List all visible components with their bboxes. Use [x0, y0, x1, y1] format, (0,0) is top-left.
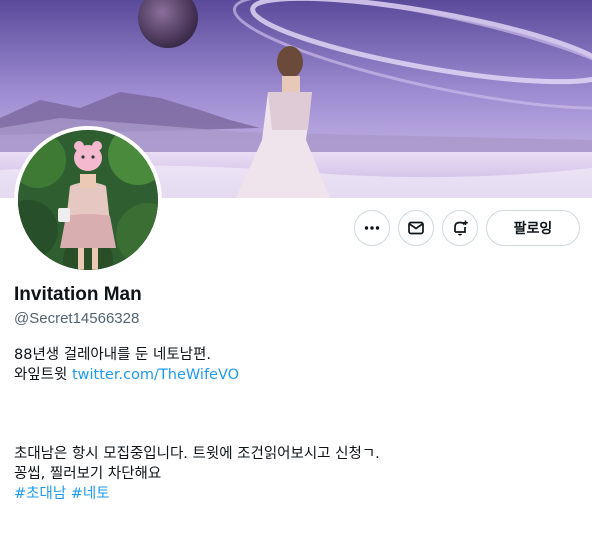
bio-link[interactable]: twitter.com/TheWifeVO — [72, 367, 239, 383]
profile-actions: 팔로잉 — [0, 210, 592, 246]
hashtag-link[interactable]: #네토 — [71, 486, 110, 502]
following-button[interactable]: 팔로잉 — [486, 210, 580, 246]
bio-line-2: 와잎트윗 twitter.com/TheWifeVO — [14, 365, 239, 385]
bio-line-1: 88년생 걸레아내를 둔 네토남편. — [14, 347, 211, 363]
more-button[interactable] — [354, 210, 390, 246]
bio-line-2-prefix: 와잎트윗 — [14, 367, 72, 383]
message-button[interactable] — [398, 210, 434, 246]
bio-line-4: 꽁씹, 찔러보기 차단해요 — [14, 466, 162, 482]
hashtag-link[interactable]: #초대남 — [14, 486, 66, 502]
display-name: Invitation Man — [14, 284, 142, 305]
bio-hashtags: #초대남 #네토 — [14, 484, 110, 504]
mail-icon — [408, 221, 424, 235]
bell-plus-icon — [454, 220, 468, 236]
more-icon — [364, 226, 380, 230]
bio-line-3: 초대남은 항시 모집중입니다. 트윗에 조건읽어보시고 신청ㄱ. — [14, 446, 380, 462]
notify-button[interactable] — [442, 210, 478, 246]
avatar[interactable] — [14, 126, 162, 274]
user-handle: @Secret14566328 — [14, 310, 140, 327]
